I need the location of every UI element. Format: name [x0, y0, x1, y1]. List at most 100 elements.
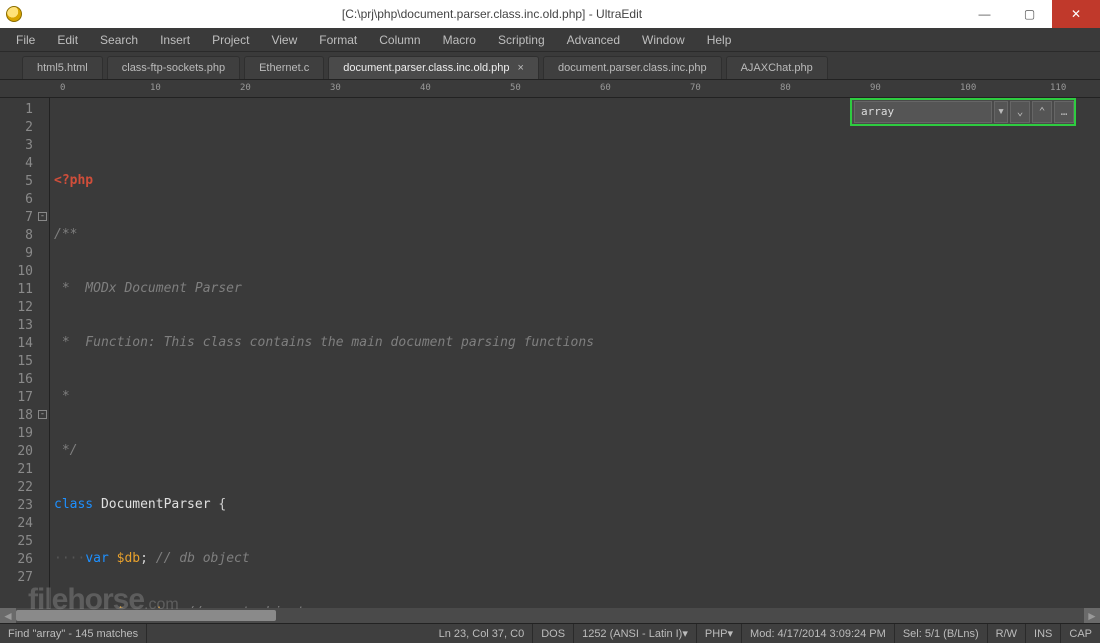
scroll-right-icon[interactable]: ► — [1084, 608, 1100, 623]
search-bar: array ▾ ⌄ ⌃ … — [850, 98, 1076, 126]
app-icon — [6, 6, 22, 22]
fold-toggle-icon[interactable]: - — [38, 212, 47, 221]
tab-label: html5.html — [37, 62, 88, 74]
ruler-tick: 90 — [870, 83, 881, 93]
line-number: 2 — [0, 118, 49, 136]
ruler-tick: 40 — [420, 83, 431, 93]
tab-document-parser-old[interactable]: document.parser.class.inc.old.php × — [328, 56, 539, 79]
line-number: 25 — [0, 532, 49, 550]
close-button[interactable]: ✕ — [1052, 0, 1100, 28]
scrollbar-thumb[interactable] — [16, 610, 276, 621]
status-eol[interactable]: DOS — [533, 624, 574, 643]
menu-help[interactable]: Help — [697, 31, 742, 49]
fold-toggle-icon[interactable]: - — [38, 410, 47, 419]
tab-label: AJAXChat.php — [741, 62, 813, 74]
window-controls: — ▢ ✕ — [962, 0, 1100, 28]
line-number: 16 — [0, 370, 49, 388]
menu-macro[interactable]: Macro — [433, 31, 486, 49]
search-next-button[interactable]: ⌄ — [1010, 101, 1030, 123]
ruler-tick: 0 — [60, 83, 65, 93]
menu-window[interactable]: Window — [632, 31, 695, 49]
status-position: Ln 23, Col 37, C0 — [431, 624, 534, 643]
status-readwrite[interactable]: R/W — [988, 624, 1026, 643]
tab-class-ftp[interactable]: class-ftp-sockets.php — [107, 56, 240, 79]
tab-document-parser[interactable]: document.parser.class.inc.php — [543, 56, 722, 79]
line-number: 10 — [0, 262, 49, 280]
ruler-tick: 20 — [240, 83, 251, 93]
scrollbar-track[interactable] — [16, 608, 1084, 623]
line-number: 22 — [0, 478, 49, 496]
menu-insert[interactable]: Insert — [150, 31, 200, 49]
menu-format[interactable]: Format — [309, 31, 367, 49]
status-caps: CAP — [1061, 624, 1100, 643]
line-number: 15 — [0, 352, 49, 370]
scroll-left-icon[interactable]: ◄ — [0, 608, 16, 623]
line-number: 1 — [0, 100, 49, 118]
code-editor[interactable]: array ▾ ⌄ ⌃ … <?php /** * MODx Document … — [50, 98, 1100, 608]
line-number: 23 — [0, 496, 49, 514]
line-number: 12 — [0, 298, 49, 316]
line-number: 13 — [0, 316, 49, 334]
search-options-button[interactable]: … — [1054, 101, 1074, 123]
status-insert[interactable]: INS — [1026, 624, 1061, 643]
menu-column[interactable]: Column — [369, 31, 430, 49]
window-title: [C:\prj\php\document.parser.class.inc.ol… — [22, 7, 962, 21]
line-number: 8 — [0, 226, 49, 244]
ruler-tick: 80 — [780, 83, 791, 93]
horizontal-scrollbar[interactable]: ◄ ► — [0, 608, 1100, 623]
tab-close-icon[interactable]: × — [518, 62, 524, 74]
menu-file[interactable]: File — [6, 31, 45, 49]
status-selection: Sel: 5/1 (B/Lns) — [895, 624, 988, 643]
line-number: 9 — [0, 244, 49, 262]
menu-scripting[interactable]: Scripting — [488, 31, 555, 49]
line-number: 11 — [0, 280, 49, 298]
tab-label: document.parser.class.inc.php — [558, 62, 707, 74]
line-number: 14 — [0, 334, 49, 352]
menu-search[interactable]: Search — [90, 31, 148, 49]
line-number: 19 — [0, 424, 49, 442]
line-number: 24 — [0, 514, 49, 532]
minimize-button[interactable]: — — [962, 0, 1007, 28]
ruler-tick: 110 — [1050, 83, 1066, 93]
line-number: 18- — [0, 406, 49, 424]
line-number: 20 — [0, 442, 49, 460]
line-number: 21 — [0, 460, 49, 478]
menu-project[interactable]: Project — [202, 31, 259, 49]
line-number: 26 — [0, 550, 49, 568]
maximize-button[interactable]: ▢ — [1007, 0, 1052, 28]
ruler: 0 10 20 30 40 50 60 70 80 90 100 110 — [0, 80, 1100, 98]
status-language[interactable]: PHP ▾ — [697, 624, 742, 643]
line-number-gutter: 1 2 3 4 5 6 7- 8 9 10 11 12 13 14 15 16 … — [0, 98, 50, 608]
titlebar: [C:\prj\php\document.parser.class.inc.ol… — [0, 0, 1100, 28]
menubar: File Edit Search Insert Project View For… — [0, 28, 1100, 52]
tab-label: Ethernet.c — [259, 62, 309, 74]
menu-advanced[interactable]: Advanced — [557, 31, 630, 49]
tab-ajaxchat[interactable]: AJAXChat.php — [726, 56, 828, 79]
line-number: 5 — [0, 172, 49, 190]
statusbar: Find "array" - 145 matches Ln 23, Col 37… — [0, 623, 1100, 643]
menu-view[interactable]: View — [261, 31, 307, 49]
ruler-tick: 30 — [330, 83, 341, 93]
search-input[interactable]: array — [854, 101, 992, 123]
tab-html5[interactable]: html5.html — [22, 56, 103, 79]
tab-ethernet[interactable]: Ethernet.c — [244, 56, 324, 79]
search-dropdown-icon[interactable]: ▾ — [994, 101, 1008, 123]
line-number: 6 — [0, 190, 49, 208]
line-number: 7- — [0, 208, 49, 226]
ruler-tick: 70 — [690, 83, 701, 93]
line-number: 4 — [0, 154, 49, 172]
ruler-tick: 60 — [600, 83, 611, 93]
status-encoding[interactable]: 1252 (ANSI - Latin I) ▾ — [574, 624, 697, 643]
search-value: array — [861, 103, 894, 121]
tab-label: class-ftp-sockets.php — [122, 62, 225, 74]
menu-edit[interactable]: Edit — [47, 31, 88, 49]
ruler-tick: 10 — [150, 83, 161, 93]
line-number: 3 — [0, 136, 49, 154]
ruler-tick: 50 — [510, 83, 521, 93]
line-number: 17 — [0, 388, 49, 406]
ruler-tick: 100 — [960, 83, 976, 93]
tab-label: document.parser.class.inc.old.php — [343, 62, 509, 74]
status-modified: Mod: 4/17/2014 3:09:24 PM — [742, 624, 895, 643]
tabbar: html5.html class-ftp-sockets.php Etherne… — [0, 52, 1100, 80]
search-prev-button[interactable]: ⌃ — [1032, 101, 1052, 123]
